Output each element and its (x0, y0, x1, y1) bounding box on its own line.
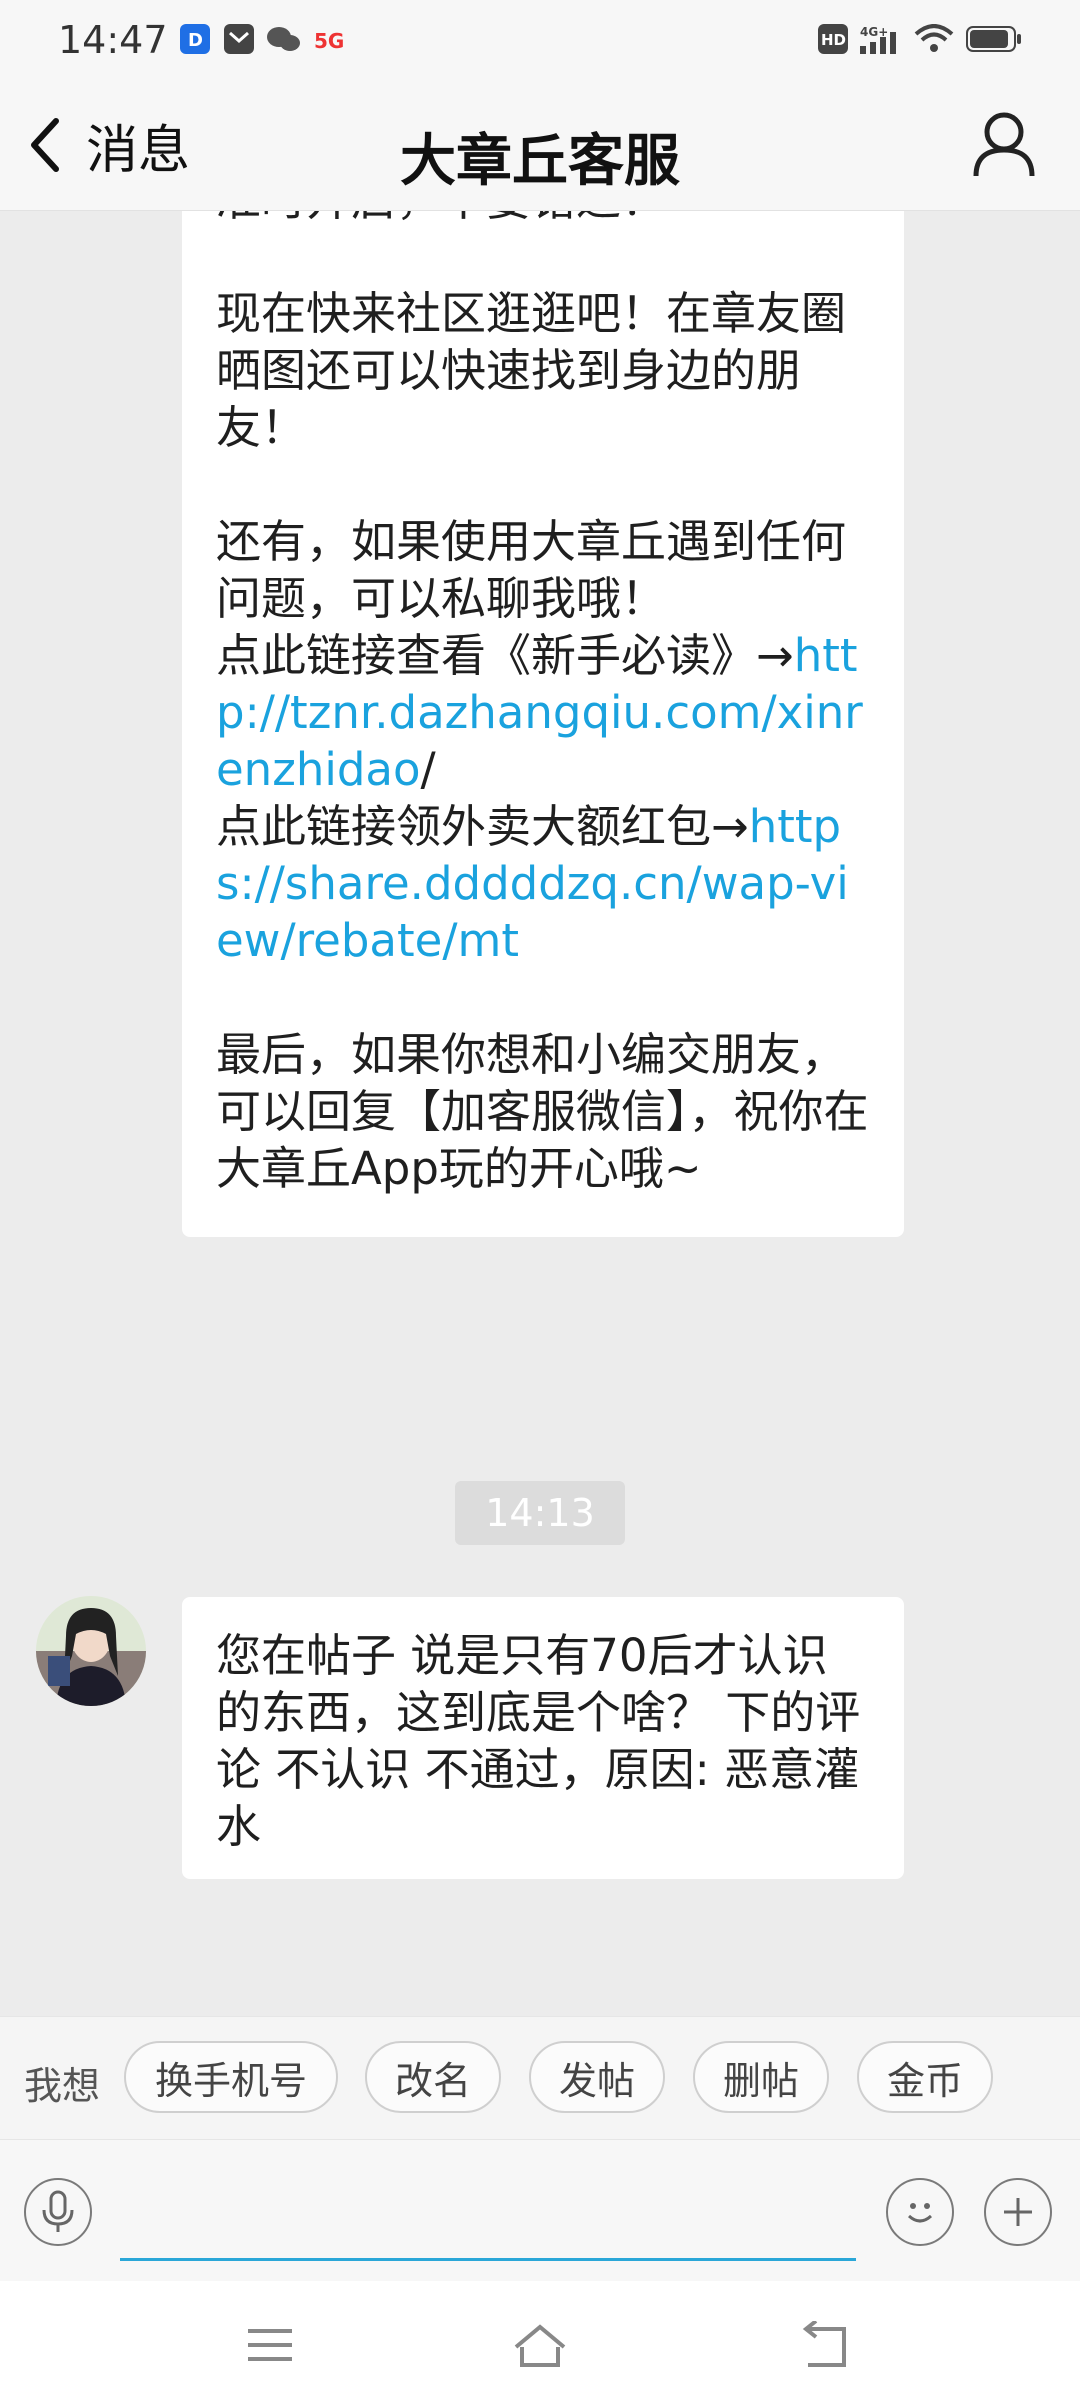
quick-reply-chip-post[interactable]: 发帖 (529, 2041, 665, 2113)
message-text: 最后，如果你想和小编交朋友，可以回复【加客服微信】，祝你在大章丘App玩的开心哦… (216, 1028, 869, 1195)
svg-text:4G+: 4G+ (860, 25, 888, 39)
quick-reply-chip-coins[interactable]: 金币 (857, 2041, 993, 2113)
battery-icon (966, 26, 1021, 52)
status-bar: 14:47 D 5G HD 4G+ (0, 0, 1080, 82)
quick-reply-chip-change-phone[interactable]: 换手机号 (124, 2041, 338, 2113)
message-input[interactable] (120, 2166, 856, 2261)
link-prefix: 点此链接查看《新手必读》→ (216, 629, 794, 682)
system-navigation-bar (0, 2281, 1080, 2408)
4g-signal-icon: 4G+ (860, 25, 896, 54)
message-line: 点此链接查看《新手必读》→http://tznr.dazhangqiu.com/… (216, 627, 870, 798)
status-time: 14:47 (58, 18, 168, 62)
quick-reply-chip-delete-post[interactable]: 删帖 (693, 2041, 829, 2113)
link-suffix: / (420, 743, 436, 796)
message-text: 您在帖子 说是只有70后才认识的东西，这到底是个啥？ 下的评论 不认识 不通过，… (216, 1629, 861, 1853)
quick-reply-label: 我想 (24, 2064, 101, 2108)
hd-icon: HD (818, 24, 848, 54)
avatar-image (36, 1596, 146, 1706)
chat-area[interactable]: 准时开启，不要错过！ 现在快来社区逛逛吧！在章友圈晒图还可以快速找到身边的朋友！… (0, 211, 1080, 2016)
plus-icon (1004, 2198, 1032, 2226)
emoji-button[interactable] (886, 2178, 954, 2246)
home-icon[interactable] (510, 2321, 570, 2371)
user-profile-icon (973, 112, 1035, 177)
wifi-icon (914, 24, 954, 52)
menu-icon[interactable] (240, 2321, 300, 2371)
avatar[interactable] (36, 1596, 146, 1706)
dingtalk-icon: D (180, 24, 210, 54)
svg-text:HD: HD (821, 31, 846, 49)
page-title: 大章丘客服 (400, 129, 680, 194)
microphone-icon (42, 2190, 74, 2232)
nav-bar: 消息 大章丘客服 (0, 82, 1080, 211)
message-bubble: 您在帖子 说是只有70后才认识的东西，这到底是个啥？ 下的评论 不认识 不通过，… (182, 1597, 904, 1879)
message-line: 点此链接领外卖大额红包→https://share.dddddzq.cn/wap… (216, 798, 870, 969)
message-bubble: 准时开启，不要错过！ 现在快来社区逛逛吧！在章友圈晒图还可以快速找到身边的朋友！… (182, 211, 904, 1237)
smiley-icon (907, 2203, 933, 2223)
svg-text:5G: 5G (314, 29, 344, 53)
svg-text:D: D (188, 30, 203, 51)
wechat-icon (267, 27, 300, 51)
mail-icon (224, 24, 254, 54)
5g-icon: 5G (314, 29, 344, 53)
back-nav-icon[interactable] (796, 2321, 856, 2371)
profile-button[interactable] (972, 110, 1036, 182)
input-bar (0, 2139, 1080, 2282)
voice-button[interactable] (24, 2178, 92, 2246)
quick-reply-chip-rename[interactable]: 改名 (365, 2041, 501, 2113)
message-text: 还有，如果使用大章丘遇到任何问题，可以私聊我哦！ (216, 515, 847, 625)
message-text: 现在快来社区逛逛吧！在章友圈晒图还可以快速找到身边的朋友！ (216, 287, 847, 454)
quick-reply-bar: 我想 换手机号 改名 发帖 删帖 金币 (0, 2016, 1080, 2140)
timestamp-chip: 14:13 (455, 1481, 625, 1545)
message-text: 准时开启，不要错过！ (216, 211, 870, 228)
more-button[interactable] (984, 2178, 1052, 2246)
link-prefix: 点此链接领外卖大额红包→ (216, 800, 749, 853)
